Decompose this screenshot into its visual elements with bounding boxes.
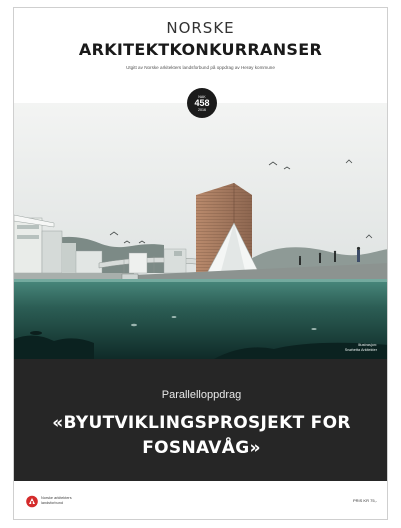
publisher-logo-icon — [26, 495, 38, 508]
magazine-cover: NORSKE ARKITEKTKONKURRANSER Utgitt av No… — [13, 7, 388, 520]
feature-title: «BYUTVIKLINGSPROSJEKT FOR FOSNAVÅG» — [28, 411, 375, 461]
feature-title-line-2: FOSNAVÅG» — [142, 438, 261, 458]
masthead-subtitle: Utgitt av Norske arkitekters landsforbun… — [126, 65, 275, 70]
cover-footer: Norske arkitekters landsforbund PRIS KR … — [14, 481, 387, 519]
price-label: PRIS KR 75,- — [352, 498, 377, 503]
publisher-name: Norske arkitekters landsforbund — [41, 496, 72, 506]
credit-line-2: Snøhetta Arkitekter — [344, 348, 377, 352]
illustration-credit: Illustrasjon: Snøhetta Arkitekter — [345, 343, 377, 353]
issue-badge: NAK 458 2016 — [187, 88, 217, 118]
cover-illustration: Illustrasjon: Snøhetta Arkitekter — [14, 103, 387, 359]
feature-band: Parallelloppdrag «BYUTVIKLINGSPROSJEKT F… — [14, 359, 387, 481]
feature-title-line-1: «BYUTVIKLINGSPROSJEKT FOR — [52, 413, 351, 433]
masthead-title-top: NORSKE — [166, 19, 235, 37]
feature-kicker: Parallelloppdrag — [161, 389, 242, 401]
publisher-line-2: landsforbund — [41, 501, 63, 505]
issue-year: 2016 — [198, 107, 206, 112]
harbour-scene-image — [14, 103, 387, 359]
diver — [30, 331, 42, 335]
issue-number: 458 — [194, 97, 210, 108]
masthead-title-main: ARKITEKTKONKURRANSER — [78, 40, 323, 59]
